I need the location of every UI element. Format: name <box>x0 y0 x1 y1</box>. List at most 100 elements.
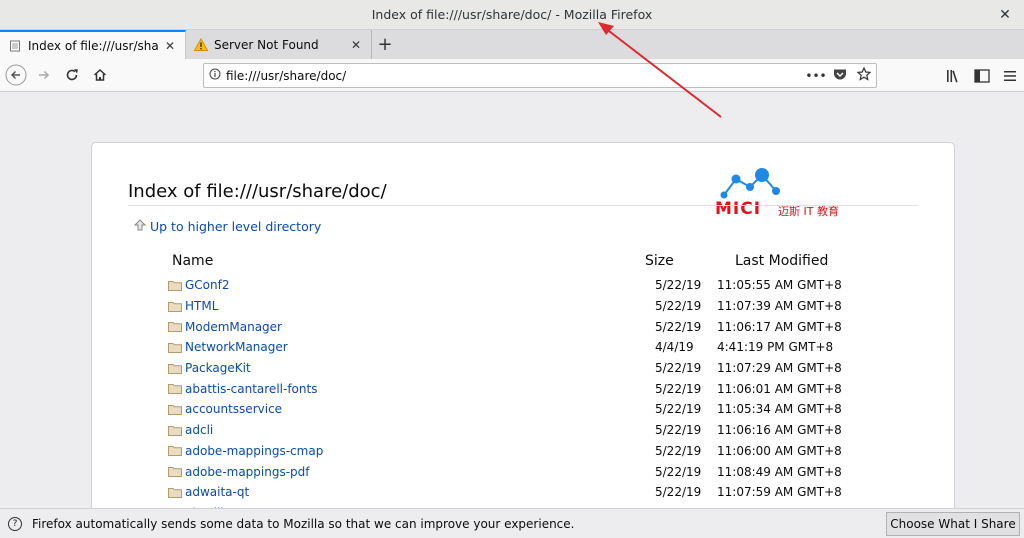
data-reporting-notification: ? Firefox automatically sends some data … <box>0 508 1024 538</box>
file-time: 11:08:49 AM GMT+8 <box>717 464 842 479</box>
window-close-icon[interactable]: ✕ <box>996 6 1014 24</box>
file-name-link[interactable]: adobe-mappings-cmap <box>185 444 655 458</box>
directory-listing-card: Index of file:///usr/share/doc/ MICI 迈斯 … <box>91 142 955 508</box>
table-row: HTML 5/22/19 11:07:39 AM GMT+8 <box>168 296 888 317</box>
window-titlebar: Index of file:///usr/share/doc/ - Mozill… <box>0 0 1024 30</box>
navigation-toolbar: ••• <box>0 59 1024 92</box>
info-icon: ? <box>8 516 22 531</box>
tab-label: Index of file:///usr/share/doc/ <box>28 38 159 53</box>
url-bar[interactable]: ••• <box>203 63 877 88</box>
forward-icon[interactable] <box>30 61 58 89</box>
file-date: 5/22/19 <box>655 402 702 417</box>
menu-icon[interactable] <box>996 62 1024 90</box>
page-title: Index of file:///usr/share/doc/ <box>128 181 387 202</box>
logo-text-main: MICI <box>715 199 762 219</box>
url-input[interactable] <box>226 68 804 83</box>
file-time: 4:41:19 PM GMT+8 <box>717 340 834 355</box>
table-row: adcli 5/22/19 11:06:16 AM GMT+8 <box>168 420 888 441</box>
table-row: accountsservice 5/22/19 11:05:34 AM GMT+8 <box>168 399 888 420</box>
up-link-label: Up to higher level directory <box>150 219 322 234</box>
table-row: NetworkManager 4/4/19 4:41:19 PM GMT+8 <box>168 337 888 358</box>
file-date: 5/22/19 <box>655 319 702 334</box>
file-date: 5/22/19 <box>655 443 702 458</box>
table-row: ModemManager 5/22/19 11:06:17 AM GMT+8 <box>168 316 888 337</box>
file-time: 11:06:01 AM GMT+8 <box>717 381 842 396</box>
file-time: 11:06:17 AM GMT+8 <box>717 319 842 334</box>
tab-label: Server Not Found <box>214 37 319 52</box>
file-date: 5/22/19 <box>655 464 702 479</box>
file-name-link[interactable]: accountsservice <box>185 402 655 416</box>
page-content: Index of file:///usr/share/doc/ MICI 迈斯 … <box>0 92 1024 508</box>
file-time: 11:07:29 AM GMT+8 <box>717 361 842 376</box>
back-icon[interactable] <box>2 61 30 89</box>
notification-text: Firefox automatically sends some data to… <box>32 516 575 531</box>
pocket-icon[interactable] <box>828 68 852 84</box>
page-actions-icon[interactable]: ••• <box>804 69 828 83</box>
file-name-link[interactable]: HTML <box>185 299 655 313</box>
site-info-icon[interactable] <box>204 68 226 83</box>
bookmark-star-icon[interactable] <box>852 66 876 84</box>
folder-icon <box>168 446 182 457</box>
file-date: 5/22/19 <box>655 381 702 396</box>
file-name-link[interactable]: abattis-cantarell-fonts <box>185 382 655 396</box>
table-row: PackageKit 5/22/19 11:07:29 AM GMT+8 <box>168 358 888 379</box>
file-time: 11:06:00 AM GMT+8 <box>717 443 842 458</box>
folder-icon <box>168 322 182 333</box>
folder-icon <box>168 301 182 312</box>
file-name-link[interactable]: PackageKit <box>185 361 655 375</box>
reload-icon[interactable] <box>58 61 86 89</box>
table-row: adwaita-qt 5/22/19 11:07:59 AM GMT+8 <box>168 482 888 503</box>
file-date: 5/22/19 <box>655 423 702 438</box>
file-name-link[interactable]: GConf2 <box>185 278 655 292</box>
tab-close-icon[interactable]: ✕ <box>163 39 177 53</box>
up-directory-link[interactable]: Up to higher level directory <box>133 219 322 234</box>
file-time: 11:06:16 AM GMT+8 <box>717 423 842 438</box>
file-date: 5/22/19 <box>655 278 702 293</box>
file-name-link[interactable]: adwaita-qt <box>185 485 655 499</box>
folder-icon <box>168 404 182 415</box>
column-header-name[interactable]: Name <box>172 253 213 269</box>
file-list: GConf2 5/22/19 11:05:55 AM GMT+8 HTML 5/22/1… <box>168 275 888 508</box>
home-icon[interactable] <box>86 61 114 89</box>
file-name-link[interactable]: adcli <box>185 423 655 437</box>
up-arrow-icon <box>133 219 147 234</box>
library-icon[interactable] <box>940 62 968 90</box>
file-date: 5/22/19 <box>655 299 702 314</box>
choose-what-i-share-button[interactable]: Choose What I Share <box>886 512 1020 536</box>
file-time: 11:07:59 AM GMT+8 <box>717 485 842 500</box>
tab-server-not-found[interactable]: Server Not Found ✕ <box>186 30 372 59</box>
page-icon <box>8 39 22 53</box>
file-date: 4/4/19 <box>655 340 694 355</box>
file-name-link[interactable]: adobe-mappings-pdf <box>185 465 655 479</box>
folder-icon <box>168 487 182 498</box>
mici-logo: MICI 迈斯 IT 教育 <box>712 167 862 225</box>
file-date: 5/22/19 <box>655 485 702 500</box>
file-time: 11:05:55 AM GMT+8 <box>717 278 842 293</box>
folder-icon <box>168 363 182 374</box>
folder-icon <box>168 384 182 395</box>
file-time: 11:07:39 AM GMT+8 <box>717 299 842 314</box>
file-name-link[interactable]: ModemManager <box>185 320 655 334</box>
tab-bar: Index of file:///usr/share/doc/ ✕ Server… <box>0 30 1024 59</box>
folder-icon <box>168 467 182 478</box>
heading-divider <box>128 205 918 206</box>
table-row: abattis-cantarell-fonts 5/22/19 11:06:01 A… <box>168 378 888 399</box>
new-tab-icon[interactable]: + <box>372 30 398 59</box>
table-row: GConf2 5/22/19 11:05:55 AM GMT+8 <box>168 275 888 296</box>
folder-icon <box>168 280 182 291</box>
file-time: 11:05:34 AM GMT+8 <box>717 402 842 417</box>
window-title: Index of file:///usr/share/doc/ - Mozill… <box>371 7 653 22</box>
toolbar-right <box>940 59 1024 92</box>
table-row: adobe-mappings-pdf 5/22/19 11:08:49 AM GMT… <box>168 461 888 482</box>
tab-close-icon[interactable]: ✕ <box>349 38 363 52</box>
folder-icon <box>168 342 182 353</box>
tab-index-of-doc[interactable]: Index of file:///usr/share/doc/ ✕ <box>0 30 186 59</box>
column-header-size[interactable]: Size <box>645 253 674 269</box>
column-header-last-modified[interactable]: Last Modified <box>735 253 828 269</box>
warning-icon <box>194 38 208 52</box>
folder-icon <box>168 425 182 436</box>
table-row: adobe-mappings-cmap 5/22/19 11:06:00 AM GM… <box>168 441 888 462</box>
file-name-link[interactable]: NetworkManager <box>185 340 655 354</box>
sidebar-icon[interactable] <box>968 62 996 90</box>
file-date: 5/22/19 <box>655 361 702 376</box>
